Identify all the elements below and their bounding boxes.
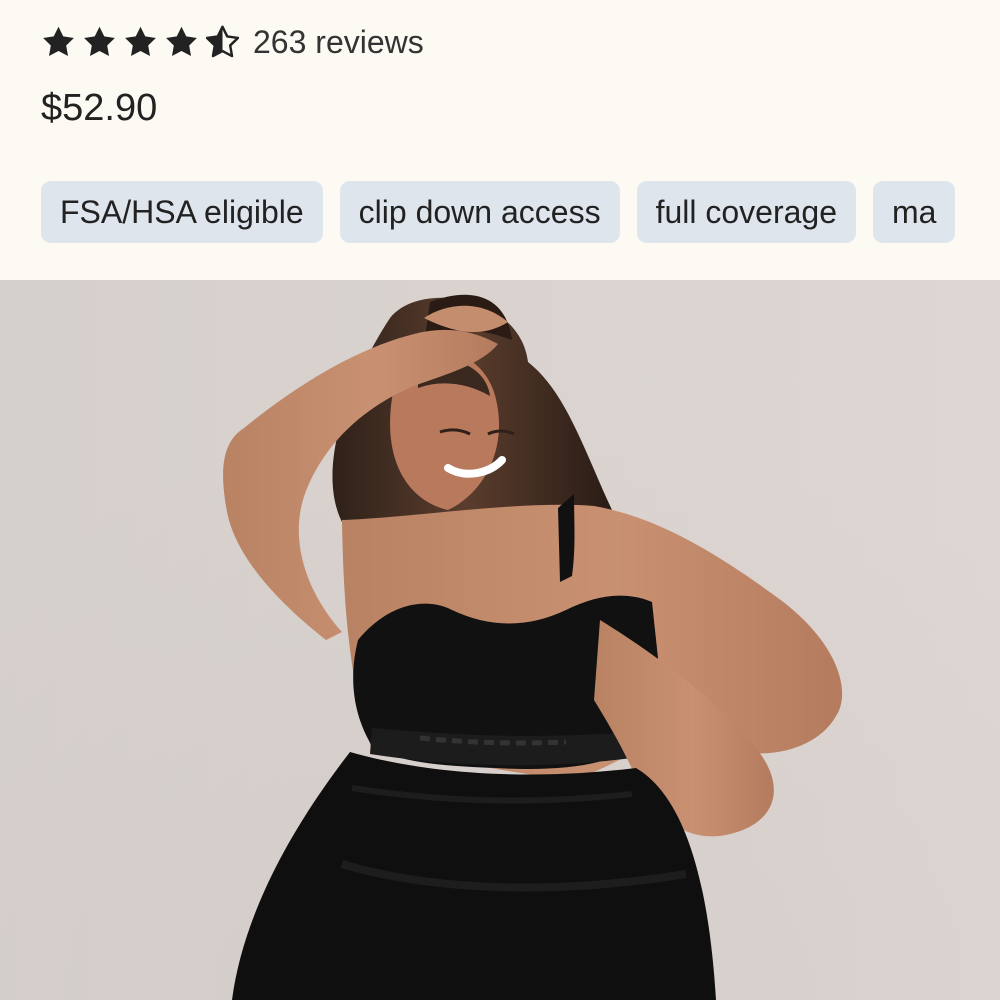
star-icon	[166, 26, 197, 56]
review-count[interactable]: 263 reviews	[253, 22, 424, 62]
product-title-clipped: ■	[42, 0, 62, 4]
product-photo[interactable]	[0, 280, 1000, 1000]
model-illustration	[0, 280, 1000, 1000]
product-summary: ■	[0, 0, 1000, 280]
feature-tags: FSA/HSA eligible clip down access full c…	[41, 181, 1000, 243]
tag-fsa-hsa-eligible[interactable]: FSA/HSA eligible	[41, 181, 323, 243]
star-icon	[125, 26, 156, 56]
tag-clip-down-access[interactable]: clip down access	[339, 181, 620, 243]
price: $52.90	[41, 87, 158, 129]
half-star-icon	[205, 25, 240, 57]
tag-clipped[interactable]: ma	[873, 181, 956, 243]
star-icon	[84, 26, 115, 56]
product-page: ■	[0, 0, 1000, 1000]
star-icon	[43, 26, 74, 56]
star-rating	[40, 24, 241, 61]
tag-full-coverage[interactable]: full coverage	[636, 181, 856, 243]
rating-row[interactable]: 263 reviews	[40, 22, 424, 62]
